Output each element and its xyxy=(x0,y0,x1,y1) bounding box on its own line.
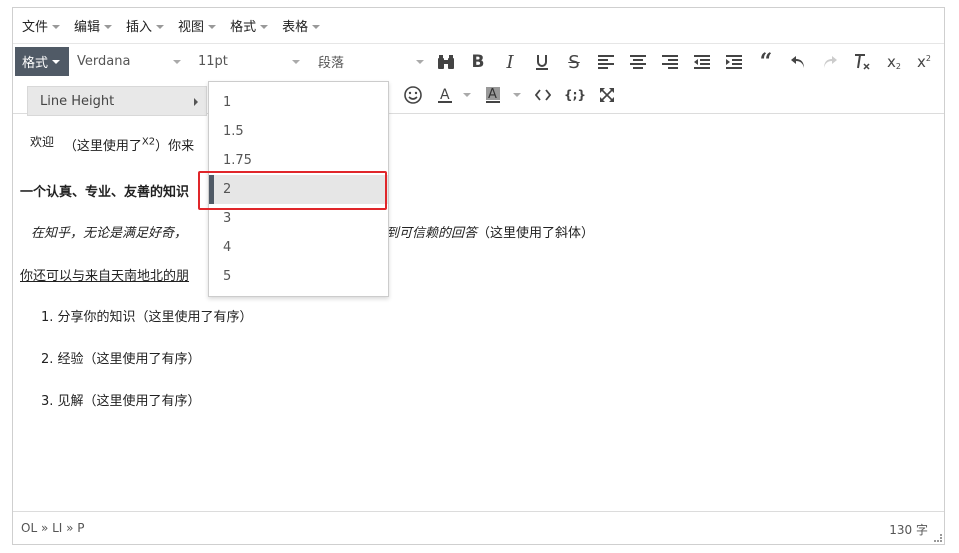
chevron-down-icon xyxy=(416,60,424,64)
emoticons-icon[interactable] xyxy=(399,81,427,109)
undo-icon[interactable] xyxy=(784,48,812,76)
list-item-text: 经验（这里使用了有序） xyxy=(57,352,201,367)
menu-view[interactable]: 视图 xyxy=(171,13,223,39)
align-center-icon[interactable] xyxy=(624,48,652,76)
find-replace-icon[interactable] xyxy=(432,48,460,76)
list-item: 3. 见解（这里使用了有序） xyxy=(41,394,201,409)
block-format-select[interactable]: 段落 xyxy=(318,47,424,76)
option-label: 5 xyxy=(223,269,232,284)
paragraph-4: 你还可以与来自天南地北的朋 xyxy=(20,269,190,284)
clear-format-icon[interactable] xyxy=(848,48,876,76)
font-family-value: Verdana xyxy=(77,54,131,69)
menu-item-line-height[interactable]: Line Height xyxy=(27,86,207,116)
codesample-icon[interactable]: {;} xyxy=(561,81,589,109)
menu-file[interactable]: 文件 xyxy=(15,13,67,39)
chevron-down-icon xyxy=(156,24,165,29)
chevron-down-icon xyxy=(52,24,61,29)
menubar: 文件 编辑 插入 视图 格式 表格 xyxy=(13,8,944,43)
line-height-option[interactable]: 1.75 xyxy=(209,146,388,175)
resize-handle-icon[interactable] xyxy=(934,534,942,542)
font-size-value: 11pt xyxy=(198,54,228,69)
strikethrough-icon[interactable]: S xyxy=(560,48,588,76)
chevron-down-icon xyxy=(173,60,181,64)
superscript-icon[interactable]: x2 xyxy=(910,48,938,76)
format-button-label: 格式 xyxy=(22,56,49,71)
line-height-option[interactable]: 1 xyxy=(209,88,388,117)
subscript-icon[interactable]: x2 xyxy=(880,48,908,76)
chevron-down-icon[interactable] xyxy=(453,81,481,109)
fullscreen-icon[interactable] xyxy=(593,81,621,109)
menu-edit[interactable]: 编辑 xyxy=(67,13,119,39)
editor-content[interactable]: 欢迎 （这里使用了X2）你来 一个认真、专业、友善的知识 在知乎，无论是满足好奇… xyxy=(13,113,944,512)
chevron-down-icon xyxy=(208,24,217,29)
line-height-label: Line Height xyxy=(40,93,115,109)
svg-text:A: A xyxy=(440,87,450,103)
toolbar-row-1: 格式 Verdana 11pt 段落 B I S “ x 2 x 2 xyxy=(13,45,944,79)
blockquote-icon[interactable]: “ xyxy=(752,48,780,76)
underline-icon[interactable] xyxy=(528,48,556,76)
element-path[interactable]: OL » LI » P xyxy=(21,521,85,535)
menu-table[interactable]: 表格 xyxy=(275,13,327,39)
list-item: 1. 分享你的知识（这里使用了有序） xyxy=(41,310,253,325)
option-label: 1.75 xyxy=(223,153,252,168)
menu-label: 编辑 xyxy=(74,20,101,35)
chevron-down-icon xyxy=(260,24,269,29)
redo-icon[interactable] xyxy=(816,48,844,76)
line-height-option[interactable]: 3 xyxy=(209,204,388,233)
chevron-right-icon xyxy=(194,98,198,106)
menu-label: 格式 xyxy=(230,20,257,35)
block-format-value: 段落 xyxy=(318,56,345,71)
line-height-option[interactable]: 1.5 xyxy=(209,117,388,146)
bold-icon[interactable]: B xyxy=(464,48,492,76)
text: （这里使用了斜体） xyxy=(477,226,595,241)
option-label: 1 xyxy=(223,95,232,110)
menu-insert[interactable]: 插入 xyxy=(119,13,171,39)
align-right-icon[interactable] xyxy=(656,48,684,76)
word-count: 130 字 xyxy=(889,523,928,537)
menu-label: 表格 xyxy=(282,20,309,35)
italic-icon[interactable]: I xyxy=(496,48,524,76)
chevron-down-icon xyxy=(52,59,61,64)
superscript-text: X2 xyxy=(141,136,156,148)
menu-format[interactable]: 格式 xyxy=(223,13,275,39)
italic-text: 在知乎，无论是满足好奇， xyxy=(31,226,188,241)
option-label: 1.5 xyxy=(223,124,244,139)
chevron-down-icon xyxy=(104,24,113,29)
outdent-icon[interactable] xyxy=(688,48,716,76)
font-family-select[interactable]: Verdana xyxy=(77,47,181,76)
option-label: 2 xyxy=(223,182,232,197)
format-button[interactable]: 格式 xyxy=(15,47,69,76)
code-icon[interactable] xyxy=(529,81,557,109)
list-item-text: 见解（这里使用了有序） xyxy=(57,394,201,409)
menu-label: 文件 xyxy=(22,20,49,35)
font-size-select[interactable]: 11pt xyxy=(198,47,300,76)
line-height-dropdown: 1 1.5 1.75 2 3 4 5 xyxy=(208,81,389,297)
align-left-icon[interactable] xyxy=(592,48,620,76)
option-label: 3 xyxy=(223,211,232,226)
welcome-text: 欢迎 xyxy=(30,135,55,149)
svg-text:A: A xyxy=(488,87,497,102)
rich-text-editor: 文件 编辑 插入 视图 格式 表格 格式 Verdana 11pt 段落 B I xyxy=(12,7,945,545)
menu-label: 插入 xyxy=(126,20,153,35)
line-height-option-selected[interactable]: 2 xyxy=(209,175,388,204)
indent-icon[interactable] xyxy=(720,48,748,76)
chevron-down-icon[interactable] xyxy=(503,81,531,109)
line-height-option[interactable]: 5 xyxy=(209,262,388,291)
paragraph-1: 欢迎 （这里使用了X2）你来 xyxy=(30,131,194,154)
menu-label: 视图 xyxy=(178,20,205,35)
option-label: 4 xyxy=(223,240,232,255)
statusbar: OL » LI » P 130 字 xyxy=(13,511,944,544)
chevron-down-icon xyxy=(312,24,321,29)
chevron-down-icon xyxy=(292,60,300,64)
list-item: 2. 经验（这里使用了有序） xyxy=(41,352,201,367)
paragraph-2: 一个认真、专业、友善的知识 xyxy=(20,185,190,200)
text: ）你来 xyxy=(155,139,195,154)
text: （这里使用了 xyxy=(63,139,142,154)
line-height-option[interactable]: 4 xyxy=(209,233,388,262)
list-item-text: 分享你的知识（这里使用了有序） xyxy=(57,310,253,325)
